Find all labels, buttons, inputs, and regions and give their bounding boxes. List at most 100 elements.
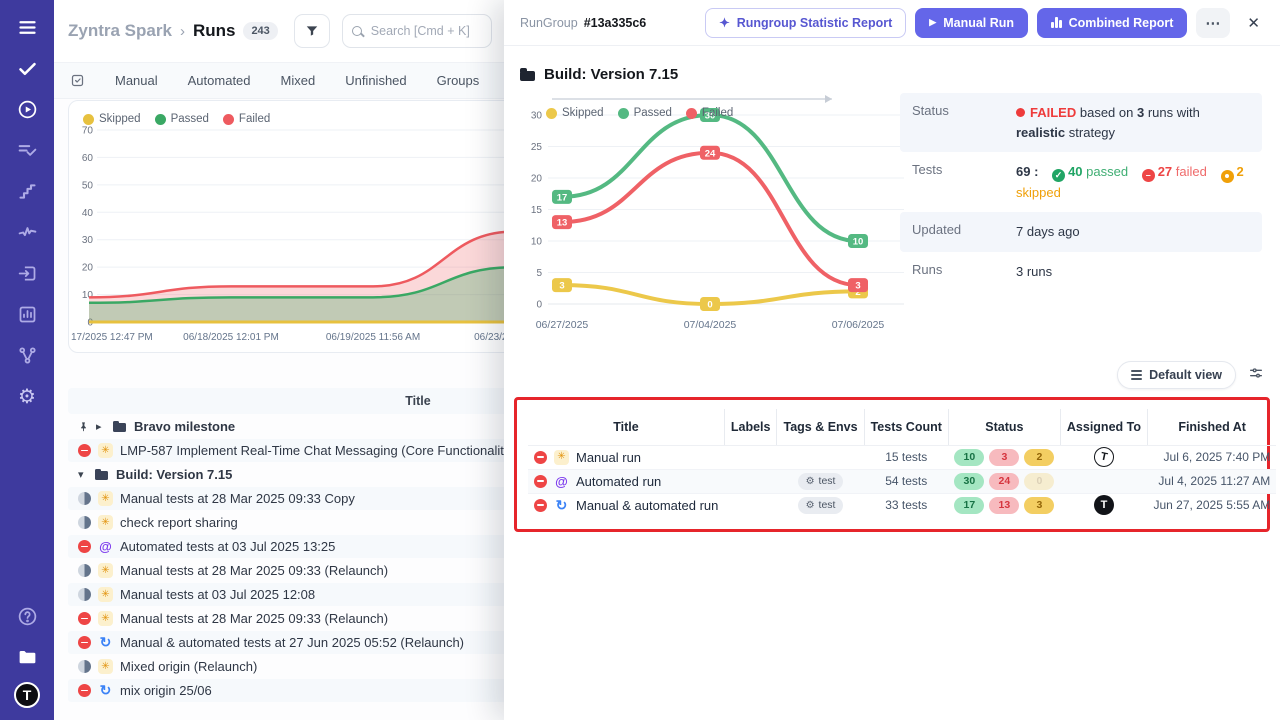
legend-dot-icon xyxy=(155,114,166,125)
pin-icon xyxy=(78,421,89,432)
user-avatar[interactable]: T xyxy=(14,682,40,708)
manual-run-button[interactable]: ▶ Manual Run xyxy=(915,8,1028,38)
import-icon[interactable] xyxy=(14,260,40,286)
legend-item[interactable]: Failed xyxy=(686,107,733,119)
search-input[interactable] xyxy=(369,23,482,39)
column-header[interactable]: Tags & Envs xyxy=(777,409,864,445)
failed-pill: 24 xyxy=(989,473,1019,490)
legend-item[interactable]: Skipped xyxy=(83,113,141,125)
select-runs-icon[interactable] xyxy=(70,73,85,88)
rungroup-details: Status FAILED based on 3 runs with reali… xyxy=(900,93,1262,291)
svg-text:20: 20 xyxy=(82,263,94,274)
run-title: Build: Version 7.15 xyxy=(116,467,232,482)
drawer-actions: ✦ Rungroup Statistic Report ▶ Manual Run… xyxy=(705,8,1264,38)
default-view-button[interactable]: Default view xyxy=(1117,361,1236,389)
column-header[interactable]: Finished At xyxy=(1147,409,1276,445)
runs-tab[interactable]: Automated xyxy=(188,73,251,88)
run-type-icon xyxy=(98,659,113,674)
play-icon: ▶ xyxy=(929,17,936,28)
run-type-icon xyxy=(554,498,569,513)
runs-tab[interactable]: Unfinished xyxy=(345,73,406,88)
rungroup-title: Build: Version 7.15 xyxy=(504,46,1280,87)
status-row: Status FAILED based on 3 runs with reali… xyxy=(900,93,1262,152)
updated-row: Updated 7 days ago xyxy=(900,212,1262,252)
failed-pill: 3 xyxy=(989,449,1019,466)
skipped-pill: 0 xyxy=(1024,473,1054,490)
search-box xyxy=(342,14,492,48)
column-header[interactable]: Labels xyxy=(724,409,777,445)
steps-icon[interactable] xyxy=(14,178,40,204)
column-header[interactable]: Assigned To xyxy=(1060,409,1147,445)
run-type-icon xyxy=(98,539,113,554)
run-status-icon xyxy=(78,636,91,649)
tag-pill[interactable]: test xyxy=(798,473,844,490)
svg-text:07/06/2025: 07/06/2025 xyxy=(832,319,885,331)
combined-report-button[interactable]: Combined Report xyxy=(1037,8,1187,38)
chevron-icon[interactable] xyxy=(78,468,87,481)
branches-icon[interactable] xyxy=(14,342,40,368)
tests-count: 15 tests xyxy=(864,445,948,469)
run-type-icon xyxy=(98,635,113,650)
filter-button[interactable] xyxy=(294,14,330,48)
legend-item[interactable]: Passed xyxy=(155,113,209,125)
runs-count-badge: 243 xyxy=(243,22,277,40)
suites-icon[interactable] xyxy=(14,137,40,163)
table-row[interactable]: Manual run 15 tests 10 3 2 T Jul 6, 2025… xyxy=(528,445,1276,469)
legend-item[interactable]: Skipped xyxy=(546,107,604,119)
table-row[interactable]: Automated run test 54 tests 30 24 0 Jul … xyxy=(528,469,1276,493)
svg-text:06/18/2025 12:01 PM: 06/18/2025 12:01 PM xyxy=(183,332,279,343)
run-status-icon xyxy=(534,475,547,488)
column-header[interactable]: Tests Count xyxy=(864,409,948,445)
statistic-report-button[interactable]: ✦ Rungroup Statistic Report xyxy=(705,8,906,38)
highlighted-runs-table: TitleLabelsTags & EnvsTests CountStatusA… xyxy=(514,397,1270,532)
run-status-icon xyxy=(78,588,91,601)
runs-play-icon[interactable] xyxy=(14,96,40,122)
more-button[interactable]: ⋯ xyxy=(1196,8,1230,38)
passed-pill: 30 xyxy=(954,473,984,490)
run-title: mix origin 25/06 xyxy=(120,683,212,698)
chevron-icon[interactable] xyxy=(96,420,105,433)
svg-text:06/19/2025 11:56 AM: 06/19/2025 11:56 AM xyxy=(326,332,420,343)
column-header[interactable]: Status xyxy=(948,409,1060,445)
breadcrumb-project[interactable]: Zyntra Spark xyxy=(68,21,172,41)
projects-folder-icon[interactable] xyxy=(14,644,40,670)
legend-dot-icon xyxy=(83,114,94,125)
drawer-close-icon[interactable]: ✕ xyxy=(1243,10,1264,36)
run-status-icon xyxy=(78,684,91,697)
legend-dot-icon xyxy=(223,114,234,125)
run-title: Manual tests at 28 Mar 2025 09:33 Copy xyxy=(120,491,355,506)
menu-icon[interactable] xyxy=(14,14,40,40)
help-icon[interactable] xyxy=(14,603,40,629)
tests-check-icon[interactable] xyxy=(14,55,40,81)
search-icon xyxy=(352,26,362,36)
legend-item[interactable]: Passed xyxy=(618,107,672,119)
run-title: Manual run xyxy=(576,450,641,465)
runs-tab[interactable]: Mixed xyxy=(281,73,316,88)
run-type-icon xyxy=(98,443,113,458)
analytics-icon[interactable] xyxy=(14,301,40,327)
table-row[interactable]: Manual & automated run test 33 tests 17 … xyxy=(528,493,1276,517)
pulse-icon[interactable] xyxy=(14,219,40,245)
failed-dot-icon xyxy=(1016,108,1025,117)
status-pills: 30 24 0 xyxy=(954,473,1054,490)
failed-pill: 13 xyxy=(989,497,1019,514)
tag-pill[interactable]: test xyxy=(798,497,844,514)
drawer-header: RunGroup #13a335c6 ✦ Rungroup Statistic … xyxy=(504,0,1280,46)
run-status-icon xyxy=(78,564,91,577)
skipped-pill: 2 xyxy=(1024,449,1054,466)
passed-check-icon: ✓ xyxy=(1052,169,1065,182)
legend-item[interactable]: Failed xyxy=(223,113,270,125)
legend-dot-icon xyxy=(546,108,557,119)
settings-gear-icon[interactable]: ⚙ xyxy=(14,383,40,409)
runs-tab[interactable]: Manual xyxy=(115,73,158,88)
column-header[interactable]: Title xyxy=(528,409,724,445)
labels-cell xyxy=(724,493,777,517)
run-status-icon xyxy=(78,660,91,673)
sidebar: ⚙ T xyxy=(0,0,54,720)
runs-tab[interactable]: Groups xyxy=(437,73,480,88)
run-type-icon xyxy=(98,491,113,506)
table-settings-icon[interactable] xyxy=(1248,365,1264,386)
legend-dot-icon xyxy=(686,108,697,119)
tests-value: 69 : ✓40 passed –27 failed 2 skipped xyxy=(1016,162,1250,202)
passed-pill: 17 xyxy=(954,497,984,514)
